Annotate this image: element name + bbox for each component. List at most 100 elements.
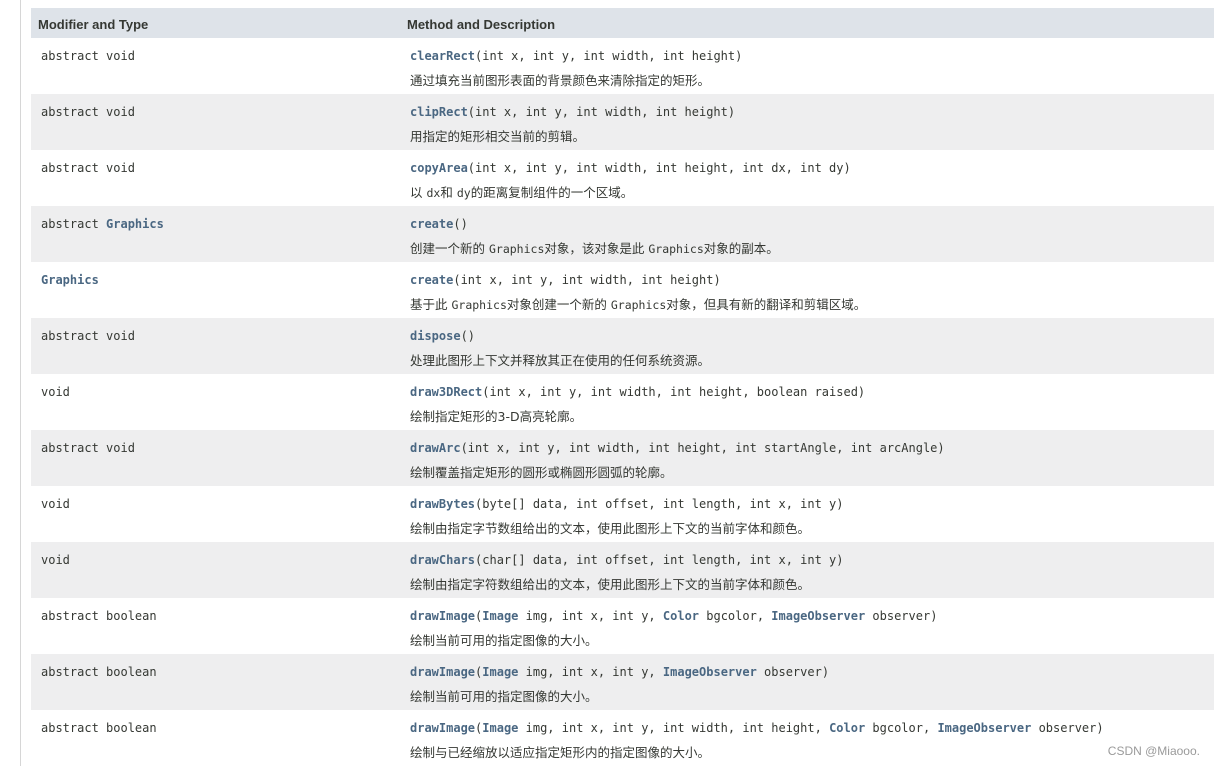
- inline-code: Graphics: [488, 242, 545, 256]
- method-name-link[interactable]: create: [410, 273, 453, 287]
- type-link[interactable]: Graphics: [106, 217, 164, 231]
- text-segment: observer): [756, 665, 830, 679]
- modifier-cell: abstract Graphics: [41, 217, 164, 231]
- left-border-rule: [20, 0, 21, 766]
- text-segment: (int x, int y, int width, int height, in…: [467, 161, 851, 175]
- table-row: abstract boolean drawImage(Image img, int…: [31, 710, 1214, 766]
- text-segment: abstract boolean: [41, 665, 157, 679]
- method-name-link[interactable]: drawBytes: [410, 497, 475, 511]
- method-name-link[interactable]: dispose: [410, 329, 461, 343]
- method-description: 绘制指定矩形的3-D高亮轮廓。: [410, 406, 582, 425]
- method-description: 绘制由指定字符数组给出的文本，使用此图形上下文的当前字体和颜色。: [410, 574, 810, 593]
- type-link[interactable]: Image: [482, 609, 518, 623]
- method-signature: create(): [410, 217, 468, 231]
- inline-code: dx: [426, 186, 441, 200]
- table-row: void draw3DRect(int x, int y, int width, …: [31, 374, 1214, 430]
- method-description: 绘制由指定字节数组给出的文本，使用此图形上下文的当前字体和颜色。: [410, 518, 810, 537]
- text-segment: (int x, int y, int width, int height): [475, 49, 743, 63]
- inline-code: dy: [456, 186, 471, 200]
- table-row: abstract void clipRect(int x, int y, int …: [31, 94, 1214, 150]
- text-segment: 和: [440, 185, 457, 200]
- text-segment: 的距离复制组件的一个区域。: [470, 185, 634, 200]
- modifier-cell: abstract void: [41, 105, 135, 119]
- text-segment: img, int x, int y, int width, int height…: [518, 721, 830, 735]
- header-method-and-description: Method and Description: [407, 17, 556, 32]
- method-signature: clipRect(int x, int y, int width, int he…: [410, 105, 735, 119]
- type-link[interactable]: Graphics: [41, 273, 99, 287]
- text-segment: img, int x, int y,: [518, 609, 663, 623]
- method-signature: clearRect(int x, int y, int width, int h…: [410, 49, 742, 63]
- modifier-cell: abstract void: [41, 161, 135, 175]
- table-header: Modifier and Type Method and Description: [31, 8, 1214, 38]
- method-description: 用指定的矩形相交当前的剪辑。: [410, 126, 585, 145]
- method-name-link[interactable]: drawImage: [410, 609, 475, 623]
- text-segment: abstract void: [41, 329, 135, 343]
- method-description: 绘制覆盖指定矩形的圆形或椭圆形圆弧的轮廓。: [410, 462, 673, 481]
- method-name-link[interactable]: clearRect: [410, 49, 475, 63]
- text-segment: abstract void: [41, 161, 135, 175]
- inline-code: Graphics: [648, 242, 704, 256]
- table-body: abstract void clearRect(int x, int y, int…: [31, 38, 1214, 766]
- modifier-cell: void: [41, 553, 70, 567]
- text-segment: (byte[] data, int offset, int length, in…: [475, 497, 844, 511]
- method-signature: copyArea(int x, int y, int width, int he…: [410, 161, 851, 175]
- modifier-cell: abstract boolean: [41, 721, 157, 735]
- text-segment: (int x, int y, int width, int height): [467, 105, 736, 119]
- table-row: abstract boolean drawImage(Image img, int…: [31, 654, 1214, 710]
- method-description: 基于此 Graphics对象创建一个新的 Graphics对象，但具有新的翻译和…: [410, 294, 866, 313]
- text-segment: 以: [410, 185, 427, 200]
- text-segment: 绘制指定矩形的3-D高亮轮廓。: [410, 409, 583, 424]
- text-segment: img, int x, int y,: [518, 665, 663, 679]
- text-segment: 对象的副本。: [703, 241, 779, 256]
- type-link[interactable]: Image: [482, 665, 518, 679]
- text-segment: 对象，但具有新的翻译和剪辑区域。: [666, 297, 867, 312]
- method-signature: drawChars(char[] data, int offset, int l…: [410, 553, 844, 567]
- method-description: 绘制当前可用的指定图像的大小。: [410, 630, 598, 649]
- method-name-link[interactable]: drawChars: [410, 553, 475, 567]
- text-segment: void: [41, 497, 70, 511]
- text-segment: bgcolor,: [865, 721, 938, 735]
- method-name-link[interactable]: copyArea: [410, 161, 468, 175]
- method-name-link[interactable]: drawArc: [410, 441, 461, 455]
- text-segment: 通过填充当前图形表面的背景颜色来清除指定的矩形。: [410, 73, 711, 88]
- method-name-link[interactable]: clipRect: [410, 105, 468, 119]
- modifier-cell: void: [41, 385, 70, 399]
- method-signature: drawBytes(byte[] data, int offset, int l…: [410, 497, 844, 511]
- text-segment: bgcolor,: [699, 609, 772, 623]
- type-link[interactable]: Color: [829, 721, 865, 735]
- method-name-link[interactable]: drawImage: [410, 665, 475, 679]
- text-segment: 用指定的矩形相交当前的剪辑。: [410, 129, 586, 144]
- text-segment: abstract void: [41, 49, 135, 63]
- table-row: abstract void dispose() 处理此图形上下文并释放其正在使用的任…: [31, 318, 1214, 374]
- modifier-cell: abstract boolean: [41, 609, 157, 623]
- type-link[interactable]: ImageObserver: [937, 721, 1031, 735]
- text-segment: (char[] data, int offset, int length, in…: [475, 553, 844, 567]
- text-segment: abstract boolean: [41, 609, 157, 623]
- text-segment: abstract void: [41, 441, 135, 455]
- method-signature: dispose(): [410, 329, 475, 343]
- type-link[interactable]: Image: [482, 721, 518, 735]
- method-name-link[interactable]: create: [410, 217, 453, 231]
- method-name-link[interactable]: drawImage: [410, 721, 475, 735]
- text-segment: 基于此: [410, 297, 452, 312]
- text-segment: 绘制当前可用的指定图像的大小。: [410, 689, 598, 704]
- modifier-cell: abstract void: [41, 49, 135, 63]
- method-description: 创建一个新的 Graphics对象，该对象是此 Graphics对象的副本。: [410, 238, 779, 257]
- type-link[interactable]: ImageObserver: [771, 609, 865, 623]
- text-segment: 创建一个新的: [410, 241, 489, 256]
- text-segment: 处理此图形上下文并释放其正在使用的任何系统资源。: [410, 353, 711, 368]
- text-segment: (): [453, 217, 468, 231]
- text-segment: (int x, int y, int width, int height): [453, 273, 721, 287]
- table-row: abstract boolean drawImage(Image img, int…: [31, 598, 1214, 654]
- text-segment: (int x, int y, int width, int height, in…: [460, 441, 945, 455]
- type-link[interactable]: Color: [663, 609, 699, 623]
- type-link[interactable]: ImageObserver: [663, 665, 757, 679]
- inline-code: Graphics: [610, 298, 667, 312]
- text-segment: (int x, int y, int width, int height, bo…: [482, 385, 866, 399]
- csdn-watermark: CSDN @Miaooo.: [1107, 744, 1200, 758]
- text-segment: 绘制与已经缩放以适应指定矩形内的指定图像的大小。: [410, 745, 711, 760]
- method-signature: draw3DRect(int x, int y, int width, int …: [410, 385, 865, 399]
- text-segment: 绘制由指定字符数组给出的文本，使用此图形上下文的当前字体和颜色。: [410, 577, 811, 592]
- method-signature: drawArc(int x, int y, int width, int hei…: [410, 441, 945, 455]
- method-name-link[interactable]: draw3DRect: [410, 385, 482, 399]
